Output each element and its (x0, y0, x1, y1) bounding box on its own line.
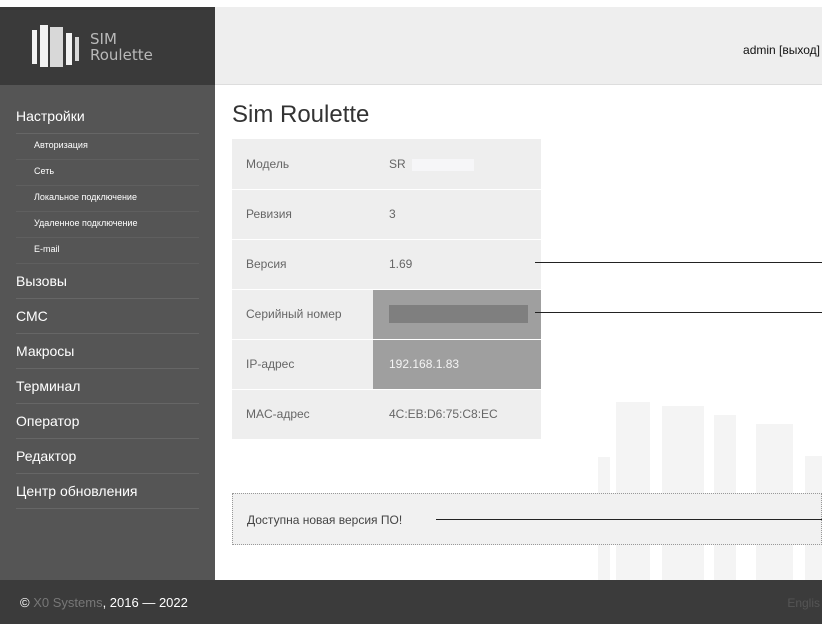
top-bar: admin [выход] (215, 7, 822, 85)
revision-value: 3 (373, 189, 541, 240)
device-info-table: Модель SR Ревизия 3 Версия 1.69 Серийный… (232, 139, 541, 440)
sidebar-item-settings[interactable]: Настройки (16, 99, 199, 134)
top-border (0, 0, 822, 7)
model-value-text: SR (389, 156, 406, 171)
sidebar: SIM Roulette Настройки Авторизация Сеть … (0, 7, 215, 580)
page-title: Sim Roulette (232, 101, 370, 128)
sidebar-item-calls[interactable]: Вызовы (16, 264, 199, 299)
sidebar-item-network[interactable]: Сеть (16, 160, 199, 186)
sidebar-menu: Настройки Авторизация Сеть Локальное под… (0, 99, 215, 509)
footer: © X0 Systems, 2016 — 2022 Englis (0, 580, 822, 624)
update-notice-text: Доступна новая версия ПО! (247, 513, 403, 527)
model-label: Модель (232, 139, 373, 190)
mac-label: MAC-адрес (232, 389, 373, 440)
background-watermark (590, 397, 822, 580)
sim-roulette-logo-icon (32, 25, 79, 67)
notice-annotation-line (436, 519, 822, 520)
table-row: Модель SR (232, 139, 541, 190)
version-annotation-line (535, 262, 822, 263)
table-row: Ревизия 3 (232, 189, 541, 240)
page: SIM Roulette Настройки Авторизация Сеть … (0, 0, 822, 624)
update-notice[interactable]: Доступна новая версия ПО! (232, 493, 822, 545)
mac-value: 4C:EB:D6:75:C8:EC (373, 389, 541, 440)
redaction-mask (411, 158, 474, 171)
sidebar-item-remote-connection[interactable]: Удаленное подключение (16, 212, 199, 238)
version-label: Версия (232, 239, 373, 290)
sidebar-item-update-center[interactable]: Центр обновления (16, 474, 199, 509)
sidebar-item-authorization[interactable]: Авторизация (16, 134, 199, 160)
company-name: X0 Systems (33, 595, 103, 610)
brand-name: SIM Roulette (90, 31, 153, 63)
sidebar-item-email[interactable]: E-mail (16, 238, 199, 264)
sidebar-item-terminal[interactable]: Терминал (16, 369, 199, 404)
brand-line-2: Roulette (90, 46, 153, 64)
logo[interactable]: SIM Roulette (0, 7, 215, 85)
table-row: Версия 1.69 (232, 239, 541, 290)
admin-logout-link[interactable]: admin [выход] (743, 43, 820, 57)
copyright-years: , 2016 — 2022 (102, 595, 188, 610)
ip-label: IP-адрес (232, 339, 373, 390)
serial-annotation-line (535, 312, 822, 313)
revision-label: Ревизия (232, 189, 373, 240)
serial-value (373, 289, 541, 340)
brand-line-1: SIM (90, 30, 117, 48)
sidebar-item-operator[interactable]: Оператор (16, 404, 199, 439)
ip-value: 192.168.1.83 (373, 339, 541, 390)
language-switch[interactable]: Englis (787, 596, 820, 610)
copyright-icon: © (20, 595, 30, 610)
table-row: IP-адрес 192.168.1.83 (232, 339, 541, 390)
table-row: MAC-адрес 4C:EB:D6:75:C8:EC (232, 389, 541, 440)
serial-label: Серийный номер (232, 289, 373, 340)
version-value: 1.69 (373, 239, 541, 290)
sidebar-item-editor[interactable]: Редактор (16, 439, 199, 474)
sidebar-item-sms[interactable]: СМС (16, 299, 199, 334)
serial-redaction (389, 305, 528, 323)
sidebar-item-local-connection[interactable]: Локальное подключение (16, 186, 199, 212)
model-value: SR (373, 139, 541, 190)
sidebar-item-macros[interactable]: Макросы (16, 334, 199, 369)
copyright: © X0 Systems, 2016 — 2022 (20, 595, 188, 610)
table-row: Серийный номер (232, 289, 541, 340)
